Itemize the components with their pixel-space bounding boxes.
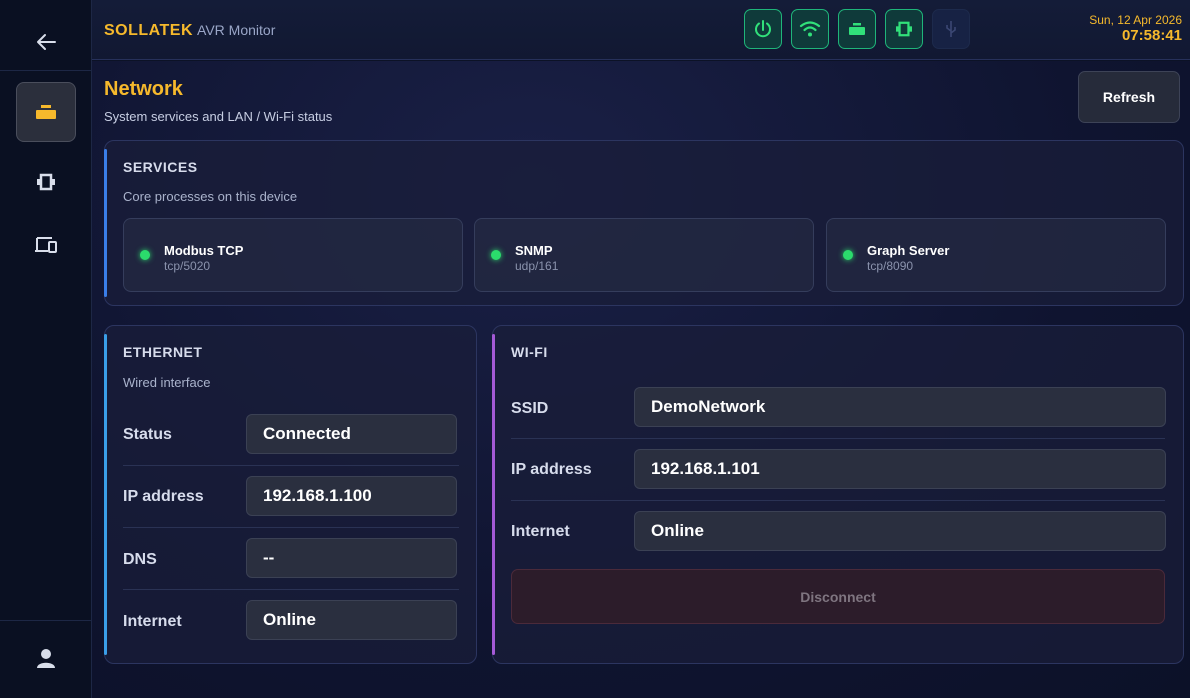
service-port: tcp/8090 xyxy=(867,259,914,273)
usb-icon xyxy=(946,21,956,37)
services-title: SERVICES xyxy=(123,159,198,175)
service-graph-server: Graph Server tcp/8090 xyxy=(826,218,1166,292)
wifi-ip-label: IP address xyxy=(511,461,592,478)
wifi-internet-value: Online xyxy=(634,511,1166,551)
status-icons xyxy=(744,9,970,49)
battery-status[interactable] xyxy=(838,9,876,49)
wifi-status[interactable] xyxy=(791,9,829,49)
power-status[interactable] xyxy=(744,9,782,49)
ethernet-ip-label: IP address xyxy=(123,488,204,505)
service-port: udp/161 xyxy=(515,259,559,273)
wifi-title: WI-FI xyxy=(511,344,548,360)
service-snmp: SNMP udp/161 xyxy=(474,218,814,292)
service-name: Graph Server xyxy=(867,243,950,258)
services-subtitle: Core processes on this device xyxy=(123,189,298,204)
service-name: SNMP xyxy=(515,243,553,258)
ethernet-dns-value: -- xyxy=(246,538,457,578)
wifi-internet-label: Internet xyxy=(511,523,570,540)
ethernet-subtitle: Wired interface xyxy=(123,375,211,390)
main-content: Network System services and LAN / Wi-Fi … xyxy=(92,61,1190,698)
product-name: AVR Monitor xyxy=(197,22,276,38)
power-icon xyxy=(755,20,771,38)
battery-icon xyxy=(849,23,865,35)
back-arrow-icon xyxy=(37,34,56,50)
motor-icon xyxy=(896,21,912,37)
user-icon xyxy=(37,649,55,668)
ethernet-card: ETHERNET Wired interface Status Connecte… xyxy=(104,325,477,664)
usb-status[interactable] xyxy=(932,9,970,49)
refresh-button[interactable]: Refresh xyxy=(1078,71,1180,123)
ethernet-title: ETHERNET xyxy=(123,344,203,360)
ethernet-ip-value: 192.168.1.100 xyxy=(246,476,457,516)
ethernet-internet-label: Internet xyxy=(123,613,182,630)
top-bar: SOLLATEK AVR Monitor Sun, 12 Apr 2026 07… xyxy=(92,0,1190,60)
status-dot xyxy=(140,250,150,260)
page-subtitle: System services and LAN / Wi-Fi status xyxy=(104,109,333,124)
status-dot xyxy=(843,250,853,260)
date-time: Sun, 12 Apr 2026 07:58:41 xyxy=(1089,12,1182,44)
app-brand: SOLLATEK AVR Monitor xyxy=(104,22,275,40)
page-title: Network xyxy=(104,78,183,100)
sidebar xyxy=(0,0,92,698)
service-modbus-tcp: Modbus TCP tcp/5020 xyxy=(123,218,463,292)
sidebar-item-motor[interactable] xyxy=(16,152,76,212)
devices-icon xyxy=(35,237,57,253)
sidebar-item-power[interactable] xyxy=(16,82,76,142)
service-port: tcp/5020 xyxy=(164,259,211,273)
services-card: SERVICES Core processes on this device M… xyxy=(104,140,1184,306)
motor-icon xyxy=(37,173,55,191)
brand-name: SOLLATEK xyxy=(104,22,194,39)
current-date: Sun, 12 Apr 2026 xyxy=(1089,13,1182,27)
service-name: Modbus TCP xyxy=(164,243,244,258)
back-button[interactable] xyxy=(16,12,76,72)
user-button[interactable] xyxy=(16,628,76,688)
ethernet-internet-value: Online xyxy=(246,600,457,640)
status-dot xyxy=(491,250,501,260)
wifi-icon xyxy=(799,21,821,37)
ethernet-status-value: Connected xyxy=(246,414,457,454)
ethernet-status-label: Status xyxy=(123,426,172,443)
wifi-ip-value: 192.168.1.101 xyxy=(634,449,1166,489)
disconnect-button[interactable]: Disconnect xyxy=(511,569,1165,624)
wifi-ssid-label: SSID xyxy=(511,400,549,417)
wifi-card: WI-FI SSID DemoNetwork IP address 192.16… xyxy=(492,325,1184,664)
motor-status[interactable] xyxy=(885,9,923,49)
ethernet-dns-label: DNS xyxy=(123,551,157,568)
battery-icon xyxy=(36,105,56,119)
sidebar-item-network[interactable] xyxy=(16,215,76,275)
wifi-ssid-value: DemoNetwork xyxy=(634,387,1166,427)
current-time: 07:58:41 xyxy=(1121,27,1182,44)
